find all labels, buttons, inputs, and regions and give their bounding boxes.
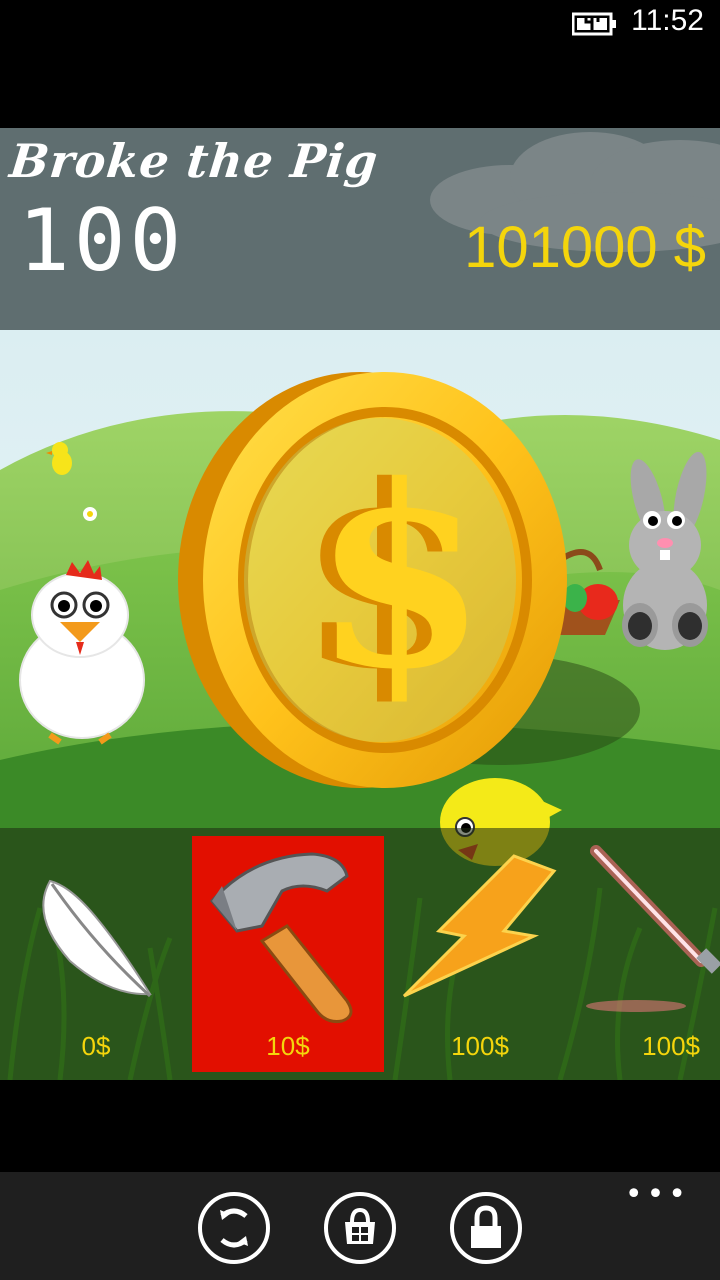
weapon-shop: 0$ 10$ 100$ 100$ [0, 828, 720, 1080]
lock-button[interactable] [450, 1192, 522, 1264]
battery-charging-icon [572, 12, 616, 36]
price-label: 10$ [266, 1031, 310, 1061]
price-label: 0$ [81, 1031, 111, 1061]
shop-item-lightning[interactable]: 100$ [384, 836, 576, 1072]
clock: 11:52 [631, 4, 704, 37]
svg-text:$: $ [313, 430, 487, 724]
score-counter: 100 [18, 191, 186, 291]
store-button[interactable] [324, 1192, 396, 1264]
shop-item-hammer[interactable]: 10$ [192, 836, 384, 1072]
price-label: 100$ [642, 1031, 700, 1061]
app-bar: ••• [0, 1172, 720, 1280]
gold-coin[interactable]: $ $ [178, 372, 567, 788]
store-icon [345, 1207, 375, 1244]
game-header: Broke the Pig 100 101000 $ [0, 128, 720, 330]
money-counter: 101000 $ [464, 215, 706, 280]
refresh-button[interactable] [198, 1192, 270, 1264]
refresh-icon [220, 1208, 248, 1248]
shop-item-lightsaber[interactable]: 100$ [576, 836, 720, 1072]
lock-icon [471, 1205, 501, 1248]
price-label: 100$ [451, 1031, 509, 1061]
game-title: Broke the Pig [7, 134, 381, 188]
status-bar: 11:52 [0, 0, 720, 128]
more-menu-button[interactable]: ••• [625, 1180, 690, 1210]
shop-item-feather[interactable]: 0$ [0, 836, 192, 1072]
